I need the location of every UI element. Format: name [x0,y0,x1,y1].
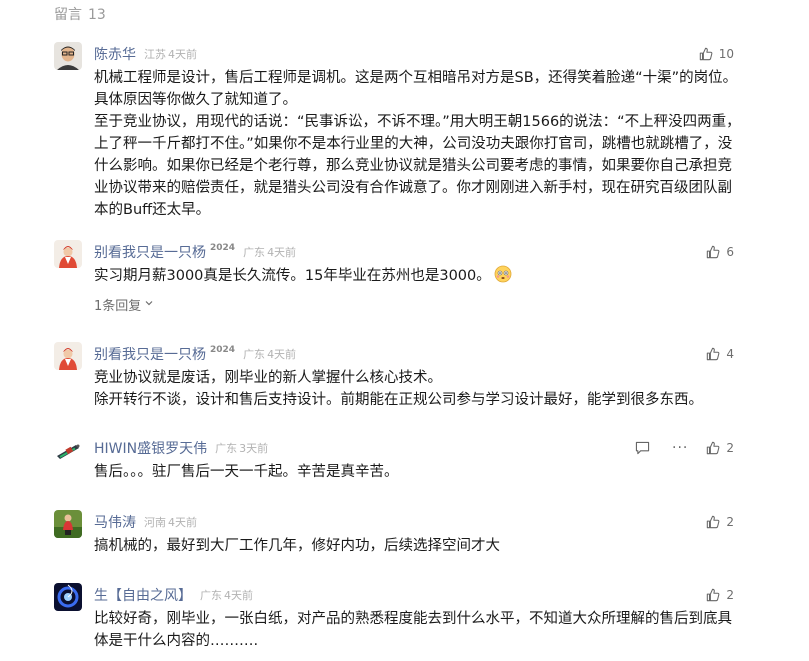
like-count: 2 [726,515,734,529]
commenter-name[interactable]: 别看我只是一只杨 [94,344,206,364]
comment-text: 搞机械的，最好到大厂工作几年，修好内功，后续选择空间才大 [94,538,500,554]
comment-time: 4天前 [168,516,197,529]
chevron-down-icon [144,297,154,312]
comment-bubble-icon[interactable] [635,441,650,455]
commenter-name[interactable]: HIWIN盛银罗天伟 [94,438,207,458]
year-badge: 2024 [210,345,236,355]
comment-text: 售后。。。驻厂售后一天一千起。辛苦是真辛苦。 [94,464,399,480]
comment-location: 广东 [243,246,266,259]
commenter-name[interactable]: 别看我只是一只杨 [94,242,206,262]
comment-time: 4天前 [267,348,297,361]
more-dots-icon[interactable]: ··· [672,441,688,455]
comment-text: 比较好奇，刚毕业，一张白纸，对产品的熟悉程度能去到什么水平，不知道大众所理解的售… [94,611,732,649]
comments-header: 留言 13 [54,4,106,24]
view-replies-link[interactable]: 1条回复 [94,295,154,314]
comment-actions: 2 [706,512,734,532]
comment-text-content: 实习期月薪3000真是长久流传。15年毕业在苏州也是3000。 [94,268,491,284]
thumbs-up-icon[interactable] [706,588,720,602]
year-badge: 2024 [210,243,236,253]
comment-time: 4天前 [224,589,253,602]
comment-body: 机械工程师是设计，售后工程师是调机。这是两个互相暗吊对方是SB，还得笑着脸递“十… [94,67,744,221]
comments-count: 13 [88,7,106,23]
replies-count-label: 1条回复 [94,299,142,314]
comment-meta: 别看我只是一只杨 2024 广东 4天前 [94,344,296,364]
thumbs-up-icon[interactable] [706,347,720,361]
comment-meta: 马伟涛 河南 4天前 [94,512,197,532]
thumbs-up-icon[interactable] [706,515,720,529]
flushed-face-emoji-icon [494,265,512,290]
comment-text: 实习期月薪3000真是长久流传。15年毕业在苏州也是3000。 [94,265,744,290]
comment-body: 实习期月薪3000真是长久流传。15年毕业在苏州也是3000。 [94,265,744,290]
avatar[interactable] [54,42,82,70]
avatar[interactable] [54,583,82,611]
comment-meta: 生【自由之风】 广东 4天前 [94,585,253,605]
comments-header-label: 留言 [54,7,82,23]
comment-text: 机械工程师是设计，售后工程师是调机。这是两个互相暗吊对方是SB，还得笑着脸递“十… [94,70,738,108]
avatar[interactable] [54,436,82,464]
thumbs-up-icon[interactable] [699,47,713,61]
comment-body: 售后。。。驻厂售后一天一千起。辛苦是真辛苦。 [94,461,744,483]
comment-location: 江苏 [144,48,166,61]
comment-location: 广东 [215,442,238,455]
comment-location: 河南 [144,516,166,529]
thumbs-up-icon[interactable] [706,245,720,259]
avatar[interactable] [54,342,82,370]
like-count: 2 [726,588,734,602]
avatar[interactable] [54,510,82,538]
comment-actions: 4 [706,344,734,364]
commenter-name[interactable]: 马伟涛 [94,512,136,532]
comment-body: 搞机械的，最好到大厂工作几年，修好内功，后续选择空间才大 [94,535,744,557]
comment-meta: 陈赤华 江苏 4天前 [94,44,197,64]
comment-text: 除开转行不谈，设计和售后支持设计。前期能在正规公司参与学习设计最好，能学到很多东… [94,392,703,408]
avatar[interactable] [54,240,82,268]
comment-actions: 2 [706,585,734,605]
like-count: 4 [726,347,734,361]
comment-text: 竞业协议就是废话，刚毕业的新人掌握什么核心技术。 [94,370,442,386]
comment-time: 4天前 [168,48,197,61]
comment-actions: 10 [699,44,734,64]
comment-meta: 别看我只是一只杨 2024 广东 4天前 [94,242,296,262]
commenter-name[interactable]: 陈赤华 [94,44,136,64]
commenter-name[interactable]: 生【自由之风】 [94,585,192,605]
like-count: 6 [726,245,734,259]
comment-time: 3天前 [239,442,269,455]
comment-actions: ··· 2 [635,438,734,458]
thumbs-up-icon[interactable] [706,441,720,455]
comment-location: 广东 [243,348,266,361]
comment-body: 比较好奇，刚毕业，一张白纸，对产品的熟悉程度能去到什么水平，不知道大众所理解的售… [94,608,744,652]
like-count: 2 [726,441,734,455]
comment-location: 广东 [200,589,222,602]
comment-body: 竞业协议就是废话，刚毕业的新人掌握什么核心技术。 除开转行不谈，设计和售后支持设… [94,367,744,411]
comment-actions: 6 [706,242,734,262]
comment-time: 4天前 [267,246,297,259]
comment-text: 至于竞业协议，用现代的话说：“民事诉讼，不诉不理。”用大明王朝1566的说法：“… [94,114,741,218]
like-count: 10 [718,47,734,61]
comment-meta: HIWIN盛银罗天伟 广东 3天前 [94,438,268,458]
